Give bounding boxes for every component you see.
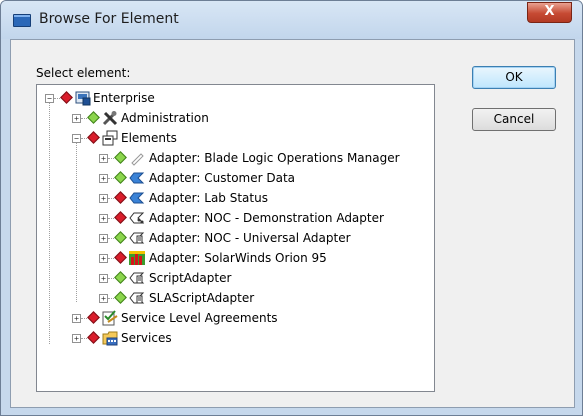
- expand-icon[interactable]: +: [99, 234, 108, 243]
- status-red-icon: [87, 331, 100, 344]
- tree-node-services[interactable]: + Services: [37, 329, 427, 347]
- tools-icon: [102, 111, 118, 126]
- expand-icon[interactable]: +: [72, 334, 81, 343]
- tree-node-adapter[interactable]: + Adapter: NOC - Universal Adapter: [37, 229, 427, 247]
- dialog-body: Select element: − Enterprise + Administr…: [10, 39, 575, 408]
- tree-node-label: Service Level Agreements: [121, 311, 278, 325]
- status-green-icon: [87, 111, 100, 124]
- adapter-cluster-icon: [129, 212, 145, 224]
- expand-icon[interactable]: +: [99, 254, 108, 263]
- elements-icon: [102, 130, 118, 146]
- status-red-icon: [87, 311, 100, 324]
- tree-node-label: Adapter: Lab Status: [149, 191, 268, 205]
- tree-node-adapter[interactable]: + ScriptAdapter: [37, 269, 427, 287]
- solarwinds-icon: [129, 251, 145, 265]
- tree-node-adapter[interactable]: + Adapter: SolarWinds Orion 95: [37, 249, 427, 267]
- cancel-button[interactable]: Cancel: [472, 108, 556, 131]
- tree-node-service-level-agreements[interactable]: + Service Level Agreements: [37, 309, 427, 327]
- select-element-label: Select element:: [36, 66, 131, 80]
- status-red-icon: [87, 131, 100, 144]
- status-green-icon: [114, 291, 127, 304]
- tree-node-label: Adapter: NOC - Universal Adapter: [149, 231, 351, 245]
- expand-icon[interactable]: +: [72, 314, 81, 323]
- browse-element-dialog: Browse For Element X Select element: − E…: [0, 0, 583, 416]
- tree-node-label: SLAScriptAdapter: [149, 291, 255, 305]
- adapter-arrow-icon: [129, 192, 145, 204]
- status-green-icon: [114, 231, 127, 244]
- tree-node-elements[interactable]: − Elements: [37, 129, 427, 147]
- element-tree[interactable]: − Enterprise + Administration − Elements…: [36, 84, 435, 392]
- tree-node-adapter[interactable]: + SLAScriptAdapter: [37, 289, 427, 307]
- collapse-icon[interactable]: −: [72, 134, 81, 143]
- tree-node-enterprise[interactable]: − Enterprise: [37, 89, 427, 107]
- tree-node-label: Administration: [121, 111, 209, 125]
- script-adapter-icon: [129, 292, 145, 304]
- tree-node-administration[interactable]: + Administration: [37, 109, 427, 127]
- tree-node-label: Adapter: SolarWinds Orion 95: [149, 251, 327, 265]
- collapse-icon[interactable]: −: [45, 94, 54, 103]
- expand-icon[interactable]: +: [99, 154, 108, 163]
- tree-node-adapter[interactable]: + Adapter: Customer Data: [37, 169, 427, 187]
- status-red-icon: [114, 211, 127, 224]
- tree-node-adapter[interactable]: + Adapter: Blade Logic Operations Manage…: [37, 149, 432, 167]
- tree-node-label: Adapter: Customer Data: [149, 171, 296, 185]
- title-bar[interactable]: Browse For Element X: [1, 1, 582, 39]
- window-title: Browse For Element: [39, 11, 179, 27]
- pencil-icon: [131, 153, 144, 166]
- close-button[interactable]: X: [527, 2, 572, 23]
- tree-node-adapter[interactable]: + Adapter: NOC - Demonstration Adapter: [37, 209, 427, 227]
- tree-node-label: Enterprise: [93, 91, 155, 105]
- services-icon: [102, 331, 118, 346]
- expand-icon[interactable]: +: [99, 294, 108, 303]
- tree-node-label: Services: [121, 331, 172, 345]
- expand-icon[interactable]: +: [99, 194, 108, 203]
- window-icon: [13, 14, 31, 27]
- tree-node-adapter[interactable]: + Adapter: Lab Status: [37, 189, 427, 207]
- enterprise-icon: [75, 91, 91, 106]
- status-green-icon: [114, 171, 127, 184]
- tree-node-label: Adapter: Blade Logic Operations Manager: [149, 151, 400, 165]
- status-green-icon: [114, 151, 127, 164]
- expand-icon[interactable]: +: [72, 114, 81, 123]
- expand-icon[interactable]: +: [99, 274, 108, 283]
- tree-node-label: ScriptAdapter: [149, 271, 232, 285]
- status-red-icon: [114, 251, 127, 264]
- expand-icon[interactable]: +: [99, 214, 108, 223]
- tree-node-label: Adapter: NOC - Demonstration Adapter: [149, 211, 384, 225]
- agreement-icon: [102, 310, 118, 326]
- status-red-icon: [114, 191, 127, 204]
- status-red-icon: [60, 91, 73, 104]
- status-green-icon: [114, 271, 127, 284]
- adapter-arrow-icon: [129, 172, 145, 184]
- tree-node-label: Elements: [121, 131, 177, 145]
- expand-icon[interactable]: +: [99, 174, 108, 183]
- script-adapter-icon: [129, 232, 145, 244]
- ok-button[interactable]: OK: [472, 66, 556, 89]
- script-adapter-icon: [129, 272, 145, 284]
